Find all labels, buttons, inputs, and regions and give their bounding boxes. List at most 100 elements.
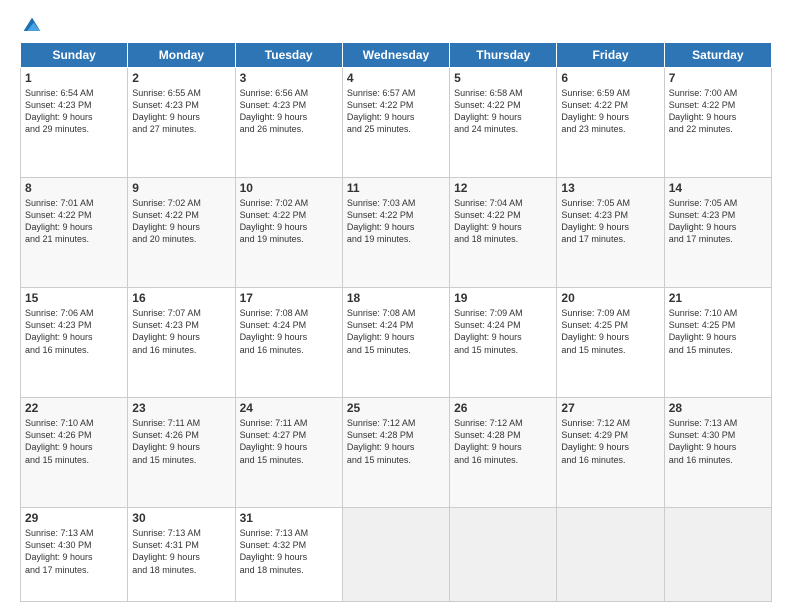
day-info: Sunrise: 7:11 AMSunset: 4:27 PMDaylight:… [240, 418, 308, 464]
col-header-wednesday: Wednesday [342, 43, 449, 68]
day-number: 23 [132, 401, 230, 415]
calendar-table: SundayMondayTuesdayWednesdayThursdayFrid… [20, 42, 772, 602]
day-info: Sunrise: 6:59 AMSunset: 4:22 PMDaylight:… [561, 88, 630, 134]
col-header-sunday: Sunday [21, 43, 128, 68]
page: SundayMondayTuesdayWednesdayThursdayFrid… [0, 0, 792, 612]
day-number: 24 [240, 401, 338, 415]
day-info: Sunrise: 7:13 AMSunset: 4:30 PMDaylight:… [25, 528, 94, 574]
calendar-cell: 13 Sunrise: 7:05 AMSunset: 4:23 PMDaylig… [557, 178, 664, 288]
day-number: 8 [25, 181, 123, 195]
day-info: Sunrise: 7:13 AMSunset: 4:30 PMDaylight:… [669, 418, 738, 464]
day-info: Sunrise: 7:02 AMSunset: 4:22 PMDaylight:… [132, 198, 201, 244]
calendar-cell: 8 Sunrise: 7:01 AMSunset: 4:22 PMDayligh… [21, 178, 128, 288]
day-number: 16 [132, 291, 230, 305]
calendar-cell: 6 Sunrise: 6:59 AMSunset: 4:22 PMDayligh… [557, 68, 664, 178]
day-info: Sunrise: 6:54 AMSunset: 4:23 PMDaylight:… [25, 88, 94, 134]
day-info: Sunrise: 6:57 AMSunset: 4:22 PMDaylight:… [347, 88, 416, 134]
day-number: 15 [25, 291, 123, 305]
calendar-cell: 21 Sunrise: 7:10 AMSunset: 4:25 PMDaylig… [664, 288, 771, 398]
day-number: 30 [132, 511, 230, 525]
calendar-cell: 24 Sunrise: 7:11 AMSunset: 4:27 PMDaylig… [235, 398, 342, 508]
calendar-cell: 20 Sunrise: 7:09 AMSunset: 4:25 PMDaylig… [557, 288, 664, 398]
calendar-cell: 2 Sunrise: 6:55 AMSunset: 4:23 PMDayligh… [128, 68, 235, 178]
day-info: Sunrise: 7:03 AMSunset: 4:22 PMDaylight:… [347, 198, 416, 244]
day-number: 4 [347, 71, 445, 85]
day-info: Sunrise: 7:06 AMSunset: 4:23 PMDaylight:… [25, 308, 94, 354]
calendar-cell: 30 Sunrise: 7:13 AMSunset: 4:31 PMDaylig… [128, 508, 235, 602]
calendar-cell: 29 Sunrise: 7:13 AMSunset: 4:30 PMDaylig… [21, 508, 128, 602]
calendar-cell [450, 508, 557, 602]
calendar-cell: 5 Sunrise: 6:58 AMSunset: 4:22 PMDayligh… [450, 68, 557, 178]
day-info: Sunrise: 7:04 AMSunset: 4:22 PMDaylight:… [454, 198, 523, 244]
calendar-cell: 15 Sunrise: 7:06 AMSunset: 4:23 PMDaylig… [21, 288, 128, 398]
calendar-cell [664, 508, 771, 602]
day-info: Sunrise: 7:05 AMSunset: 4:23 PMDaylight:… [561, 198, 630, 244]
calendar-cell: 28 Sunrise: 7:13 AMSunset: 4:30 PMDaylig… [664, 398, 771, 508]
day-number: 28 [669, 401, 767, 415]
calendar-cell: 22 Sunrise: 7:10 AMSunset: 4:26 PMDaylig… [21, 398, 128, 508]
day-number: 14 [669, 181, 767, 195]
day-number: 20 [561, 291, 659, 305]
logo [20, 16, 42, 32]
day-info: Sunrise: 7:12 AMSunset: 4:28 PMDaylight:… [454, 418, 523, 464]
calendar-cell [342, 508, 449, 602]
day-number: 3 [240, 71, 338, 85]
day-number: 25 [347, 401, 445, 415]
day-info: Sunrise: 7:12 AMSunset: 4:29 PMDaylight:… [561, 418, 630, 464]
day-info: Sunrise: 7:13 AMSunset: 4:31 PMDaylight:… [132, 528, 201, 574]
day-number: 18 [347, 291, 445, 305]
day-number: 5 [454, 71, 552, 85]
day-number: 17 [240, 291, 338, 305]
day-info: Sunrise: 7:09 AMSunset: 4:24 PMDaylight:… [454, 308, 523, 354]
calendar-cell: 31 Sunrise: 7:13 AMSunset: 4:32 PMDaylig… [235, 508, 342, 602]
day-number: 10 [240, 181, 338, 195]
calendar-cell: 9 Sunrise: 7:02 AMSunset: 4:22 PMDayligh… [128, 178, 235, 288]
calendar-cell: 4 Sunrise: 6:57 AMSunset: 4:22 PMDayligh… [342, 68, 449, 178]
col-header-monday: Monday [128, 43, 235, 68]
day-number: 11 [347, 181, 445, 195]
day-info: Sunrise: 7:09 AMSunset: 4:25 PMDaylight:… [561, 308, 630, 354]
col-header-thursday: Thursday [450, 43, 557, 68]
calendar-cell [557, 508, 664, 602]
day-number: 22 [25, 401, 123, 415]
col-header-saturday: Saturday [664, 43, 771, 68]
calendar-cell: 27 Sunrise: 7:12 AMSunset: 4:29 PMDaylig… [557, 398, 664, 508]
col-header-friday: Friday [557, 43, 664, 68]
calendar-cell: 12 Sunrise: 7:04 AMSunset: 4:22 PMDaylig… [450, 178, 557, 288]
day-number: 7 [669, 71, 767, 85]
day-info: Sunrise: 7:10 AMSunset: 4:26 PMDaylight:… [25, 418, 94, 464]
day-info: Sunrise: 7:12 AMSunset: 4:28 PMDaylight:… [347, 418, 416, 464]
day-number: 29 [25, 511, 123, 525]
day-number: 12 [454, 181, 552, 195]
day-number: 27 [561, 401, 659, 415]
calendar-cell: 7 Sunrise: 7:00 AMSunset: 4:22 PMDayligh… [664, 68, 771, 178]
calendar-cell: 3 Sunrise: 6:56 AMSunset: 4:23 PMDayligh… [235, 68, 342, 178]
calendar-cell: 23 Sunrise: 7:11 AMSunset: 4:26 PMDaylig… [128, 398, 235, 508]
day-number: 9 [132, 181, 230, 195]
day-info: Sunrise: 7:08 AMSunset: 4:24 PMDaylight:… [347, 308, 416, 354]
day-number: 31 [240, 511, 338, 525]
day-info: Sunrise: 6:56 AMSunset: 4:23 PMDaylight:… [240, 88, 309, 134]
calendar-cell: 18 Sunrise: 7:08 AMSunset: 4:24 PMDaylig… [342, 288, 449, 398]
day-info: Sunrise: 7:00 AMSunset: 4:22 PMDaylight:… [669, 88, 738, 134]
day-info: Sunrise: 7:10 AMSunset: 4:25 PMDaylight:… [669, 308, 738, 354]
day-number: 19 [454, 291, 552, 305]
calendar-cell: 17 Sunrise: 7:08 AMSunset: 4:24 PMDaylig… [235, 288, 342, 398]
logo-icon [22, 16, 42, 36]
calendar-cell: 16 Sunrise: 7:07 AMSunset: 4:23 PMDaylig… [128, 288, 235, 398]
header [20, 16, 772, 32]
calendar-cell: 26 Sunrise: 7:12 AMSunset: 4:28 PMDaylig… [450, 398, 557, 508]
day-number: 26 [454, 401, 552, 415]
day-info: Sunrise: 7:11 AMSunset: 4:26 PMDaylight:… [132, 418, 200, 464]
day-info: Sunrise: 6:58 AMSunset: 4:22 PMDaylight:… [454, 88, 523, 134]
calendar-cell: 25 Sunrise: 7:12 AMSunset: 4:28 PMDaylig… [342, 398, 449, 508]
day-number: 6 [561, 71, 659, 85]
day-info: Sunrise: 7:01 AMSunset: 4:22 PMDaylight:… [25, 198, 94, 244]
day-number: 1 [25, 71, 123, 85]
calendar-cell: 10 Sunrise: 7:02 AMSunset: 4:22 PMDaylig… [235, 178, 342, 288]
calendar-cell: 1 Sunrise: 6:54 AMSunset: 4:23 PMDayligh… [21, 68, 128, 178]
day-number: 13 [561, 181, 659, 195]
col-header-tuesday: Tuesday [235, 43, 342, 68]
day-info: Sunrise: 7:08 AMSunset: 4:24 PMDaylight:… [240, 308, 309, 354]
day-number: 21 [669, 291, 767, 305]
